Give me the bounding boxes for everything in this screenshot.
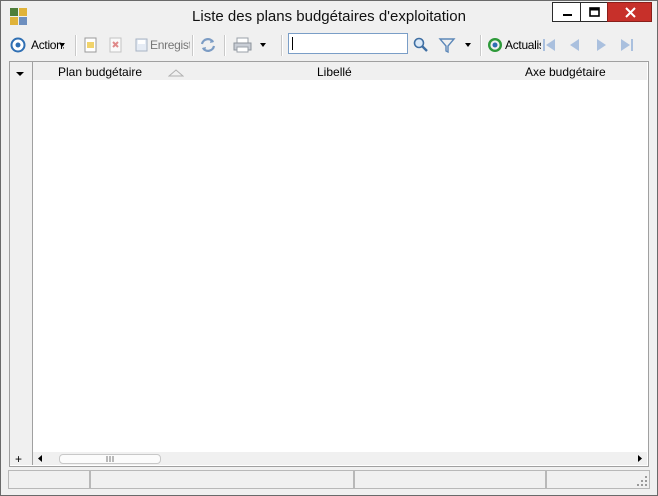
first-record-button[interactable] <box>540 34 558 56</box>
last-record-button[interactable] <box>618 34 636 56</box>
search-input[interactable] <box>288 33 408 54</box>
filter-options-dropdown[interactable] <box>464 34 472 56</box>
column-label: Libellé <box>317 65 352 79</box>
delete-icon <box>109 37 122 53</box>
status-bar <box>8 470 650 490</box>
sync-icon <box>200 38 216 52</box>
column-label: Axe budgétaire <box>525 65 606 79</box>
grid-menu-button[interactable] <box>15 67 25 81</box>
scroll-right-icon[interactable] <box>636 454 644 463</box>
filter-button[interactable] <box>438 34 456 56</box>
column-label: Plan budgétaire <box>58 65 143 79</box>
add-row-button[interactable]: + <box>15 452 22 466</box>
previous-record-icon <box>570 39 579 51</box>
chevron-down-icon <box>59 43 65 47</box>
search-icon <box>413 37 428 52</box>
column-header-plan-budgetaire[interactable]: Plan budgétaire <box>58 65 142 79</box>
maximize-button[interactable] <box>580 2 607 22</box>
first-record-icon <box>543 39 555 51</box>
resize-grip-icon[interactable] <box>636 475 648 487</box>
search-button[interactable] <box>412 34 430 56</box>
minimize-button[interactable] <box>552 2 580 22</box>
new-record-button[interactable] <box>82 34 100 56</box>
actions-icon <box>10 37 26 53</box>
text-cursor <box>292 37 293 50</box>
column-header-axe-budgetaire[interactable]: Axe budgétaire <box>525 65 606 79</box>
status-panel <box>354 470 546 489</box>
last-record-icon <box>621 39 633 51</box>
actions-menu-button[interactable]: Actions <box>10 34 66 56</box>
status-panel <box>546 470 650 489</box>
status-panel <box>8 470 90 489</box>
refresh-icon <box>487 37 503 53</box>
column-headers: Plan budgétaire Libellé Axe budgétaire <box>33 62 647 80</box>
chevron-down-icon <box>465 43 471 47</box>
minimize-icon <box>563 14 572 16</box>
chevron-down-icon <box>16 72 24 76</box>
chevron-down-icon <box>260 43 266 47</box>
scrollbar-thumb[interactable] <box>59 454 161 464</box>
refresh-button[interactable]: Actualis <box>487 34 541 56</box>
title-bar[interactable]: Liste des plans budgétaires d'exploitati… <box>1 1 657 31</box>
previous-record-button[interactable] <box>566 34 584 56</box>
save-button[interactable]: Enregist <box>134 34 190 56</box>
sort-ascending-icon <box>168 69 184 77</box>
toolbar: Actions Enregist <box>6 32 652 59</box>
close-button[interactable] <box>607 2 652 22</box>
horizontal-scrollbar[interactable] <box>33 452 647 465</box>
print-button[interactable] <box>233 34 253 56</box>
filter-icon <box>438 38 456 54</box>
print-icon <box>233 37 252 53</box>
save-icon <box>135 38 148 52</box>
close-icon <box>625 7 636 18</box>
row-header-column: + <box>10 62 33 466</box>
next-record-icon <box>597 39 606 51</box>
scroll-left-icon[interactable] <box>36 454 44 463</box>
sync-button[interactable] <box>199 34 217 56</box>
column-header-libelle[interactable]: Libellé <box>317 65 352 79</box>
grip-icon <box>106 456 114 462</box>
data-grid[interactable]: + Plan budgétaire Libellé Axe budgétaire <box>9 61 649 467</box>
save-label: Enregist <box>150 38 190 52</box>
print-options-dropdown[interactable] <box>259 34 267 56</box>
next-record-button[interactable] <box>592 34 610 56</box>
status-panel <box>90 470 354 489</box>
window: Liste des plans budgétaires d'exploitati… <box>0 0 658 496</box>
delete-button[interactable] <box>107 34 125 56</box>
new-record-icon <box>84 37 97 53</box>
refresh-label: Actualis <box>505 38 541 52</box>
maximize-icon <box>589 7 600 17</box>
